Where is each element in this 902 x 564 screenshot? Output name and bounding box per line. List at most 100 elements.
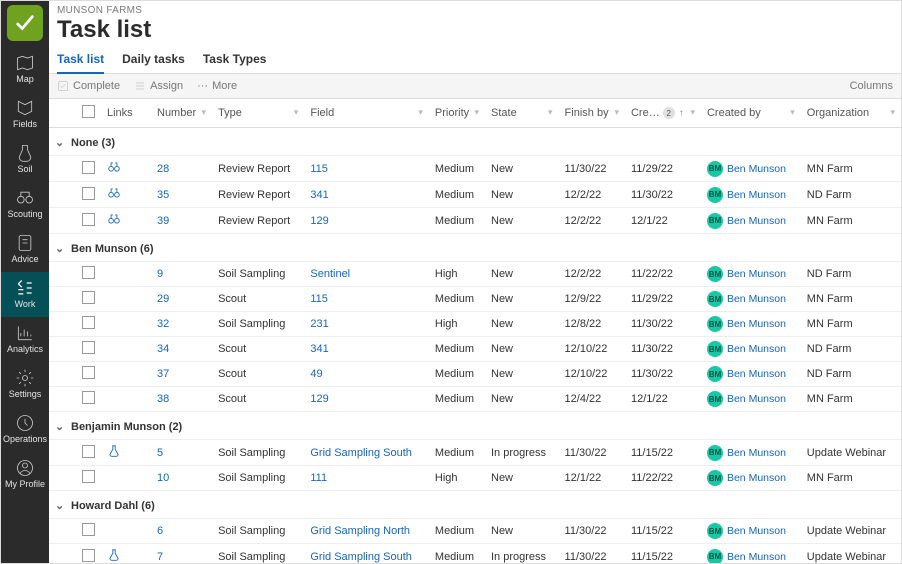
columns-button[interactable]: Columns	[850, 80, 893, 92]
cell-select[interactable]	[75, 156, 101, 182]
avatar[interactable]: BMBen Munson	[707, 161, 786, 177]
table-row[interactable]: 6Soil SamplingGrid Sampling NorthMediumN…	[49, 519, 901, 544]
cell-select[interactable]	[75, 262, 101, 287]
cell-select[interactable]	[75, 312, 101, 337]
cell-field[interactable]: 115	[304, 287, 429, 312]
field-link[interactable]: 129	[310, 393, 328, 405]
checkbox-icon[interactable]	[82, 391, 95, 404]
cell-number[interactable]: 35	[151, 182, 212, 208]
complete-button[interactable]: Complete	[57, 80, 120, 92]
avatar[interactable]: BMBen Munson	[707, 291, 786, 307]
sidebar-item-operations[interactable]: Operations	[1, 407, 49, 452]
checkbox-icon[interactable]	[82, 316, 95, 329]
table-row[interactable]: 38Scout129MediumNew12/4/2212/1/22BMBen M…	[49, 387, 901, 412]
field-link[interactable]: Grid Sampling North	[310, 525, 410, 537]
cell-number[interactable]: 5	[151, 440, 212, 466]
task-number-link[interactable]: 7	[157, 551, 163, 563]
more-button[interactable]: ··· More	[197, 80, 237, 92]
cell-select[interactable]	[75, 287, 101, 312]
checkbox-icon[interactable]	[82, 549, 95, 562]
table-row[interactable]: 5Soil SamplingGrid Sampling SouthMediumI…	[49, 440, 901, 466]
cell-number[interactable]: 37	[151, 362, 212, 387]
field-link[interactable]: 341	[310, 343, 328, 355]
col-cre-[interactable]: Cre…2↑▾	[625, 99, 701, 128]
field-link[interactable]: 341	[310, 189, 328, 201]
task-number-link[interactable]: 6	[157, 525, 163, 537]
task-number-link[interactable]: 35	[157, 189, 169, 201]
assign-button[interactable]: Assign	[134, 80, 183, 92]
flask-icon[interactable]	[107, 548, 121, 562]
cell-number[interactable]: 6	[151, 519, 212, 544]
avatar[interactable]: BMBen Munson	[707, 316, 786, 332]
table-row[interactable]: 32Soil Sampling231HighNew12/8/2211/30/22…	[49, 312, 901, 337]
col-links[interactable]: Links	[101, 99, 151, 128]
table-row[interactable]: 29Scout115MediumNew12/9/2211/29/22BMBen …	[49, 287, 901, 312]
sidebar-item-analytics[interactable]: Analytics	[1, 317, 49, 362]
col-number[interactable]: Number▾	[151, 99, 212, 128]
filter-icon[interactable]: ▾	[418, 107, 423, 118]
tab-task-types[interactable]: Task Types	[203, 46, 267, 73]
cell-field[interactable]: 49	[304, 362, 429, 387]
avatar[interactable]: BMBen Munson	[707, 445, 786, 461]
cell-number[interactable]: 9	[151, 262, 212, 287]
field-link[interactable]: Sentinel	[310, 268, 350, 280]
avatar[interactable]: BMBen Munson	[707, 187, 786, 203]
cell-select[interactable]	[75, 519, 101, 544]
cell-select[interactable]	[75, 208, 101, 234]
cell-field[interactable]: Grid Sampling South	[304, 440, 429, 466]
cell-select[interactable]	[75, 182, 101, 208]
avatar[interactable]: BMBen Munson	[707, 549, 786, 564]
tab-task-list[interactable]: Task list	[57, 46, 104, 73]
task-number-link[interactable]: 37	[157, 368, 169, 380]
checkbox-icon[interactable]	[82, 213, 95, 226]
cell-number[interactable]: 32	[151, 312, 212, 337]
group-header[interactable]: ⌄Benjamin Munson (2)	[49, 412, 901, 440]
cell-number[interactable]: 28	[151, 156, 212, 182]
field-link[interactable]: 115	[310, 293, 328, 305]
cell-select[interactable]	[75, 362, 101, 387]
table-row[interactable]: 34Scout341MediumNew12/10/2211/30/22BMBen…	[49, 337, 901, 362]
col-created-by[interactable]: Created by▾	[701, 99, 801, 128]
filter-icon[interactable]: ▾	[690, 107, 695, 118]
task-number-link[interactable]: 38	[157, 393, 169, 405]
cell-field[interactable]: Sentinel	[304, 262, 429, 287]
cell-field[interactable]: 341	[304, 337, 429, 362]
field-link[interactable]: 129	[310, 215, 328, 227]
checkbox-icon[interactable]	[82, 291, 95, 304]
table-row[interactable]: 7Soil SamplingGrid Sampling SouthMediumI…	[49, 544, 901, 564]
table-row[interactable]: 37Scout49MediumNew12/10/2211/30/22BMBen …	[49, 362, 901, 387]
cell-field[interactable]: Grid Sampling South	[304, 544, 429, 564]
col-finish-by[interactable]: Finish by▾	[559, 99, 625, 128]
task-number-link[interactable]: 10	[157, 472, 169, 484]
cell-number[interactable]: 38	[151, 387, 212, 412]
cell-field[interactable]: 129	[304, 208, 429, 234]
cell-number[interactable]: 10	[151, 466, 212, 491]
col-select[interactable]	[75, 99, 101, 128]
flask-icon[interactable]	[107, 444, 121, 458]
field-link[interactable]: 115	[310, 163, 328, 175]
sort-asc-icon[interactable]: ↑	[679, 108, 684, 119]
cell-number[interactable]: 29	[151, 287, 212, 312]
group-header[interactable]: ⌄None (3)	[49, 128, 901, 156]
checkbox-icon[interactable]	[82, 105, 95, 118]
field-link[interactable]: Grid Sampling South	[310, 447, 412, 459]
sidebar-item-profile[interactable]: My Profile	[1, 452, 49, 497]
col-priority[interactable]: Priority▾	[429, 99, 485, 128]
filter-icon[interactable]: ▾	[474, 107, 479, 118]
cell-select[interactable]	[75, 440, 101, 466]
checkbox-icon[interactable]	[82, 470, 95, 483]
checkbox-icon[interactable]	[82, 523, 95, 536]
avatar[interactable]: BMBen Munson	[707, 470, 786, 486]
sidebar-item-map[interactable]: Map	[1, 47, 49, 92]
binoculars-icon[interactable]	[107, 186, 121, 200]
cell-field[interactable]: Grid Sampling North	[304, 519, 429, 544]
col-organization[interactable]: Organization▾	[801, 99, 901, 128]
task-number-link[interactable]: 32	[157, 318, 169, 330]
checkbox-icon[interactable]	[82, 366, 95, 379]
field-link[interactable]: 231	[310, 318, 328, 330]
avatar[interactable]: BMBen Munson	[707, 366, 786, 382]
cell-field[interactable]: 111	[304, 466, 429, 491]
filter-icon[interactable]: ▾	[890, 107, 895, 118]
cell-select[interactable]	[75, 387, 101, 412]
sidebar-item-fields[interactable]: Fields	[1, 92, 49, 137]
